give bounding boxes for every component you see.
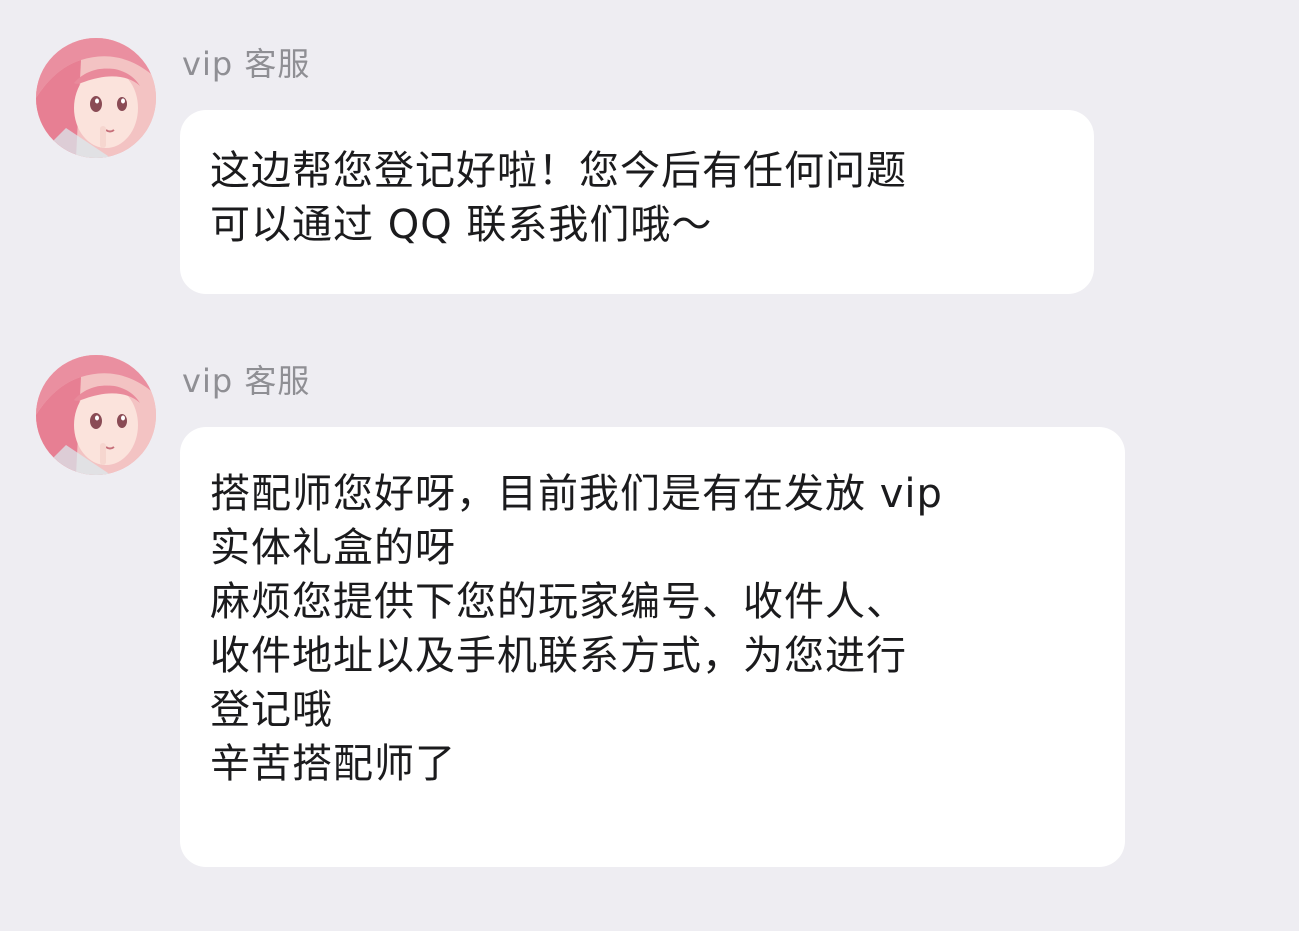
message-line: 搭配师您好呀，目前我们是有在发放 vip [210,471,943,517]
message-line: 这边帮您登记好啦！您今后有任何问题 [210,148,907,194]
message-line: 可以通过 QQ 联系我们哦～ [210,202,713,248]
avatar[interactable] [36,38,156,158]
avatar[interactable] [36,355,156,475]
message-line: 麻烦您提供下您的玩家编号、收件人、 [210,579,907,625]
message-line: 登记哦 [210,687,333,733]
avatar-image [36,38,156,158]
sender-name: vip 客服 [182,362,311,400]
message-line: 收件地址以及手机联系方式，为您进行 [210,633,907,679]
message-line: 实体礼盒的呀 [210,525,456,571]
avatar-image [36,355,156,475]
sender-name: vip 客服 [182,45,311,83]
message-bubble[interactable]: 这边帮您登记好啦！您今后有任何问题 可以通过 QQ 联系我们哦～ [180,110,1094,294]
message-line: 辛苦搭配师了 [210,741,456,787]
message-bubble[interactable]: 搭配师您好呀，目前我们是有在发放 vip 实体礼盒的呀 麻烦您提供下您的玩家编号… [180,427,1125,867]
